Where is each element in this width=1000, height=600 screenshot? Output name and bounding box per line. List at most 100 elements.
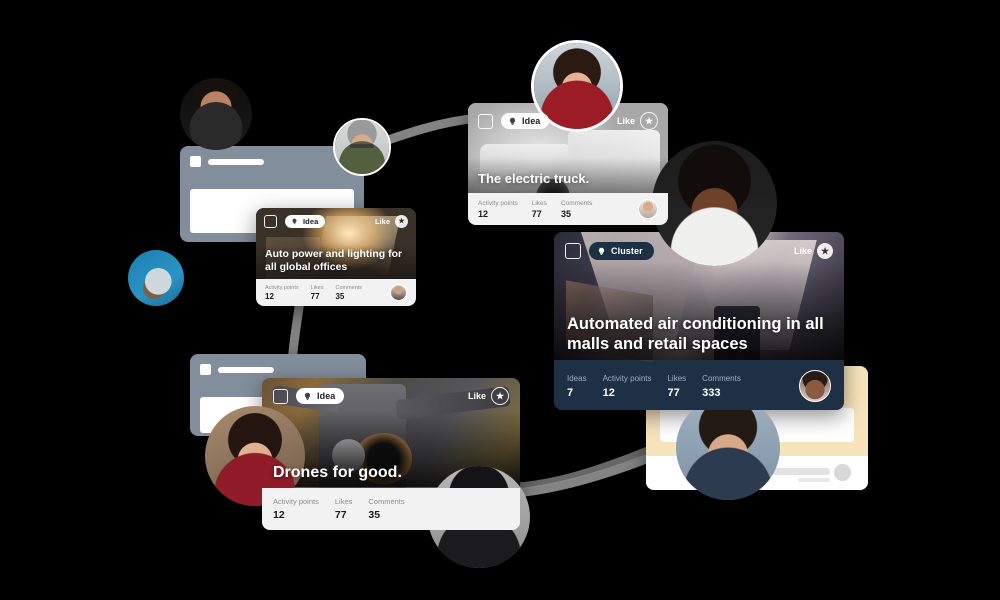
stat-activity-points: Activity points 12 bbox=[273, 497, 319, 521]
stat-label: Activity points bbox=[478, 199, 518, 207]
cluster-type-badge[interactable]: Cluster bbox=[589, 242, 654, 260]
like-button[interactable]: Like ★ bbox=[617, 112, 658, 130]
collage-stage: Idea Like ★ The electric truck. Activity… bbox=[0, 0, 1000, 600]
stat-value: 77 bbox=[531, 208, 542, 219]
stat-label: Likes bbox=[667, 373, 687, 383]
stat-label: Ideas bbox=[567, 373, 587, 383]
author-avatar[interactable] bbox=[799, 370, 831, 402]
avatar-person-hoodie[interactable] bbox=[128, 250, 184, 306]
stat-value: 35 bbox=[560, 208, 571, 219]
checkbox-icon[interactable] bbox=[200, 364, 211, 375]
stat-value: 77 bbox=[334, 509, 347, 521]
select-checkbox-icon[interactable] bbox=[565, 243, 581, 259]
idea-card-electric-truck[interactable]: Idea Like ★ The electric truck. Activity… bbox=[468, 103, 668, 225]
title-placeholder-bar bbox=[208, 158, 264, 165]
star-icon[interactable]: ★ bbox=[817, 243, 833, 259]
stat-value: 12 bbox=[273, 509, 285, 521]
like-button[interactable]: Like ★ bbox=[468, 387, 509, 405]
stat-value: 7 bbox=[567, 386, 574, 399]
stat-likes: Likes 77 bbox=[667, 374, 686, 399]
avatar-photo bbox=[676, 396, 780, 500]
like-label: Like bbox=[467, 391, 486, 401]
stat-activity-points: Activity points 12 bbox=[265, 285, 299, 301]
lightbulb-icon bbox=[598, 247, 605, 255]
badge-label: Cluster bbox=[611, 246, 643, 256]
stat-value: 12 bbox=[265, 291, 274, 301]
star-icon[interactable]: ★ bbox=[640, 112, 658, 130]
star-icon[interactable]: ★ bbox=[395, 215, 408, 228]
stat-likes: Likes 77 bbox=[311, 285, 324, 301]
stat-label: Comments bbox=[560, 199, 593, 207]
stat-likes: Likes 77 bbox=[335, 497, 353, 521]
card-title: Auto power and lighting for all global o… bbox=[265, 248, 403, 274]
cluster-card-air-conditioning[interactable]: Cluster Like ★ Automated air conditionin… bbox=[554, 232, 844, 410]
stat-comments: Comments 333 bbox=[702, 374, 741, 399]
lightbulb-icon bbox=[304, 392, 311, 400]
stat-label: Comments bbox=[368, 497, 405, 506]
like-button[interactable]: Like ★ bbox=[375, 215, 408, 228]
card-header: Cluster Like ★ bbox=[554, 232, 844, 270]
like-label: Like bbox=[616, 116, 635, 126]
card-header: Idea Like ★ bbox=[256, 208, 416, 235]
author-avatar[interactable] bbox=[638, 199, 658, 219]
stat-value: 35 bbox=[335, 291, 345, 301]
stat-label: Activity points bbox=[273, 497, 319, 506]
stat-value: 77 bbox=[310, 291, 320, 301]
select-checkbox-icon[interactable] bbox=[478, 113, 493, 129]
stat-label: Comments bbox=[335, 284, 363, 291]
stat-label: Likes bbox=[310, 284, 324, 291]
checkbox-icon[interactable] bbox=[190, 156, 201, 167]
card-stats-row: Activity points 12 Likes 77 Comments 35 bbox=[256, 279, 416, 306]
badge-label: Idea bbox=[303, 217, 319, 226]
stat-value: 12 bbox=[602, 386, 615, 399]
card-header: Idea Like ★ bbox=[262, 378, 520, 414]
idea-type-badge[interactable]: Idea bbox=[501, 113, 550, 129]
select-checkbox-icon[interactable] bbox=[264, 215, 277, 228]
avatar-bearded-man[interactable] bbox=[180, 78, 252, 150]
title-placeholder-bar bbox=[218, 366, 274, 373]
avatar-man-suit[interactable] bbox=[676, 396, 780, 500]
card-stats-row: Ideas 7 Activity points 12 Likes 77 Comm… bbox=[554, 362, 844, 410]
stat-label: Likes bbox=[334, 497, 353, 506]
author-avatar[interactable] bbox=[390, 284, 407, 301]
stat-activity-points: Activity points 12 bbox=[603, 374, 652, 399]
stat-value: 333 bbox=[702, 386, 721, 399]
stat-label: Comments bbox=[702, 373, 741, 383]
like-label: Like bbox=[793, 246, 812, 256]
card-stats-row: Activity points 12 Likes 77 Comments 35 bbox=[468, 193, 668, 225]
badge-label: Idea bbox=[522, 116, 541, 126]
slider-track-secondary[interactable] bbox=[798, 478, 830, 482]
idea-card-auto-power-lighting[interactable]: Idea Like ★ Auto power and lighting for … bbox=[256, 208, 416, 306]
like-button[interactable]: Like ★ bbox=[794, 243, 833, 259]
stat-ideas: Ideas 7 bbox=[567, 374, 587, 399]
avatar-photo bbox=[180, 78, 252, 150]
like-label: Like bbox=[374, 217, 390, 226]
lightbulb-icon bbox=[292, 218, 297, 225]
card-title: Drones for good. bbox=[273, 463, 402, 481]
badge-label: Idea bbox=[317, 391, 336, 401]
stat-value: 12 bbox=[478, 208, 489, 219]
stat-likes: Likes 77 bbox=[532, 200, 547, 219]
select-checkbox-icon[interactable] bbox=[273, 388, 288, 404]
card-stats-row: Activity points 12 Likes 77 Comments 35 bbox=[262, 488, 520, 530]
placeholder-header bbox=[190, 354, 366, 375]
stat-label: Likes bbox=[531, 199, 547, 207]
slider-knob[interactable] bbox=[834, 464, 851, 481]
stat-comments: Comments 35 bbox=[368, 497, 404, 521]
stat-value: 35 bbox=[368, 509, 381, 521]
stat-comments: Comments 35 bbox=[561, 200, 592, 219]
stat-label: Activity points bbox=[265, 284, 299, 291]
lightbulb-icon bbox=[509, 117, 516, 125]
avatar-man-glasses[interactable] bbox=[333, 118, 391, 176]
card-title: The electric truck. bbox=[478, 171, 590, 187]
stat-value: 77 bbox=[667, 386, 680, 399]
card-header: Idea Like ★ bbox=[468, 103, 668, 139]
star-icon[interactable]: ★ bbox=[491, 387, 509, 405]
avatar-photo bbox=[128, 250, 184, 306]
stat-label: Activity points bbox=[602, 373, 652, 383]
idea-type-badge[interactable]: Idea bbox=[285, 215, 326, 228]
card-title: Automated air conditioning in all malls … bbox=[567, 314, 824, 353]
idea-type-badge[interactable]: Idea bbox=[296, 388, 345, 404]
stat-comments: Comments 35 bbox=[335, 285, 362, 301]
stat-activity-points: Activity points 12 bbox=[478, 200, 518, 219]
